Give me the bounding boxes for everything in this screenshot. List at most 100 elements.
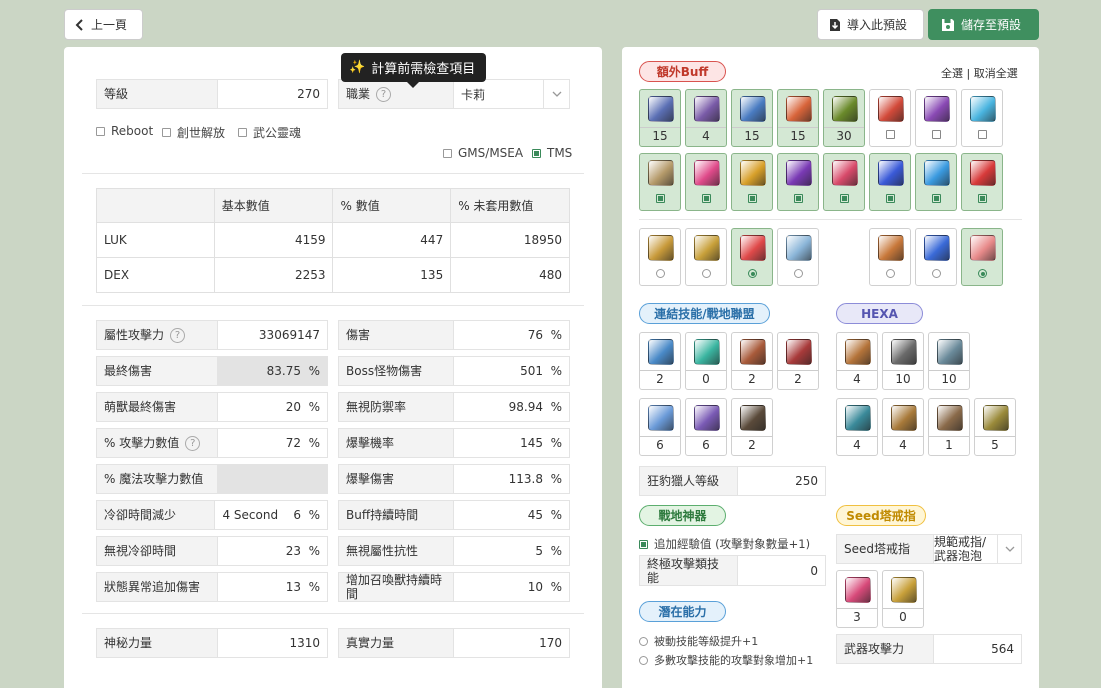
skill-tile[interactable] [823,153,865,211]
stat-value[interactable]: 76 % [454,321,569,349]
skill-tile[interactable] [915,228,957,286]
skill-tile[interactable] [777,153,819,211]
skill-checkbox[interactable] [748,194,757,203]
stat-field[interactable]: % 魔法攻擊力數值 [96,464,328,494]
stat-field[interactable]: 爆擊機率 145 % [338,428,570,458]
weapon-attack-field[interactable]: 武器攻擊力 564 [836,634,1022,664]
stat-value[interactable]: 501 % [454,357,569,385]
passive-skill-radio[interactable]: 被動技能等級提升+1 [639,633,758,649]
save-preset-button[interactable]: 儲存至預設 [928,9,1039,40]
arcane-force-value[interactable]: 1310 [218,629,327,657]
skill-tile[interactable] [685,228,727,286]
hunter-level-field[interactable]: 狂豹獵人等級 250 [639,466,826,496]
skill-tile[interactable]: 6 [685,398,727,456]
skill-tile[interactable] [869,89,911,147]
skill-tile[interactable]: 4 [836,332,878,390]
skill-checkbox[interactable] [978,194,987,203]
back-button[interactable]: 上一頁 [64,9,143,40]
skill-tile[interactable]: 2 [731,398,773,456]
skill-radio[interactable] [978,269,987,278]
skill-tile[interactable]: 4 [882,398,924,456]
skill-checkbox[interactable] [886,130,895,139]
authentic-force-field[interactable]: 真實力量 170 [338,628,570,658]
skill-tile[interactable]: 15 [777,89,819,147]
stat-value[interactable]: 13 % [218,573,327,601]
gms-msea-checkbox[interactable]: GMS/MSEA [443,146,523,160]
skill-tile[interactable]: 2 [777,332,819,390]
job-field[interactable]: 職業? 卡莉 [338,79,570,109]
multi-target-radio[interactable]: 多數攻擊技能的攻擊對象增加+1 [639,652,813,668]
stat-value[interactable]: 10 % [454,573,569,601]
skill-tile[interactable] [961,89,1003,147]
skill-checkbox[interactable] [932,130,941,139]
stat-field[interactable]: 屬性攻擊力? 33069147 [96,320,328,350]
help-icon[interactable]: ? [376,86,392,102]
stat-field[interactable]: 傷害 76 % [338,320,570,350]
stat-field[interactable]: 爆擊傷害 113.8 % [338,464,570,494]
artifact-exp-checkbox[interactable]: 追加經驗值 (攻擊對象數量+1) [639,536,810,552]
skill-checkbox[interactable] [978,130,987,139]
level-value[interactable]: 270 [218,80,327,108]
stat-value[interactable]: 33069147 [218,321,327,349]
skill-tile[interactable] [685,153,727,211]
skill-checkbox[interactable] [794,194,803,203]
stat-value[interactable]: 20 % [218,393,327,421]
skill-tile[interactable]: 15 [731,89,773,147]
skill-checkbox[interactable] [702,194,711,203]
stat-value[interactable]: 23 % [218,537,327,565]
job-select[interactable]: 卡莉 [454,80,569,108]
stat-value[interactable]: 83.75 % [218,357,327,385]
authentic-force-value[interactable]: 170 [454,629,569,657]
stat-field[interactable]: 冷卻時間減少 4 Second 6 % [96,500,328,530]
skill-tile[interactable]: 0 [685,332,727,390]
stat-value[interactable] [218,465,327,493]
skill-radio[interactable] [932,269,941,278]
stat-field[interactable]: 萌獸最終傷害 20 % [96,392,328,422]
mu-gong-soul-checkbox[interactable]: 武公靈魂 [238,124,301,141]
skill-checkbox[interactable] [886,194,895,203]
skill-tile[interactable]: 15 [639,89,681,147]
stat-value[interactable]: 5 % [454,537,569,565]
arcane-force-field[interactable]: 神秘力量 1310 [96,628,328,658]
chevron-down-icon[interactable] [997,535,1021,563]
skill-tile[interactable] [731,153,773,211]
skill-radio[interactable] [656,269,665,278]
skill-tile[interactable]: 6 [639,398,681,456]
skill-radio[interactable] [886,269,895,278]
skill-tile[interactable] [731,228,773,286]
seed-ring-select[interactable]: 規範戒指/武器泡泡 [934,535,1021,563]
skill-tile[interactable] [869,153,911,211]
hunter-level-value[interactable]: 250 [738,467,825,495]
skill-tile[interactable]: 4 [685,89,727,147]
skill-checkbox[interactable] [656,194,665,203]
seed-ring-field[interactable]: Seed塔戒指 規範戒指/武器泡泡 [836,534,1022,564]
skill-tile[interactable]: 3 [836,570,878,628]
deselect-all-link[interactable]: 取消全選 [974,67,1018,80]
stat-field[interactable]: 最終傷害 83.75 % [96,356,328,386]
level-field[interactable]: 等級 270 [96,79,328,109]
skill-tile[interactable]: 0 [882,570,924,628]
tms-checkbox[interactable]: TMS [532,146,572,160]
reboot-checkbox[interactable]: Reboot [96,124,153,138]
skill-tile[interactable] [915,89,957,147]
stat-field[interactable]: Boss怪物傷害 501 % [338,356,570,386]
help-icon[interactable]: ? [170,327,186,343]
stat-field[interactable]: 增加召喚獸持續時間 10 % [338,572,570,602]
stat-value[interactable]: 145 % [454,429,569,457]
stat-value[interactable]: 4 Second 6 % [215,501,327,529]
skill-tile[interactable]: 5 [974,398,1016,456]
skill-tile[interactable] [869,228,911,286]
skill-tile[interactable]: 30 [823,89,865,147]
stat-field[interactable]: 無視冷卻時間 23 % [96,536,328,566]
skill-checkbox[interactable] [932,194,941,203]
final-attack-value[interactable]: 0 [738,556,825,585]
skill-radio[interactable] [748,269,757,278]
skill-checkbox[interactable] [840,194,849,203]
help-icon[interactable]: ? [185,435,201,451]
stat-field[interactable]: Buff持續時間 45 % [338,500,570,530]
skill-tile[interactable] [961,153,1003,211]
stat-value[interactable]: 113.8 % [454,465,569,493]
chevron-down-icon[interactable] [543,80,569,108]
skill-tile[interactable] [777,228,819,286]
stat-value[interactable]: 72 % [218,429,327,457]
